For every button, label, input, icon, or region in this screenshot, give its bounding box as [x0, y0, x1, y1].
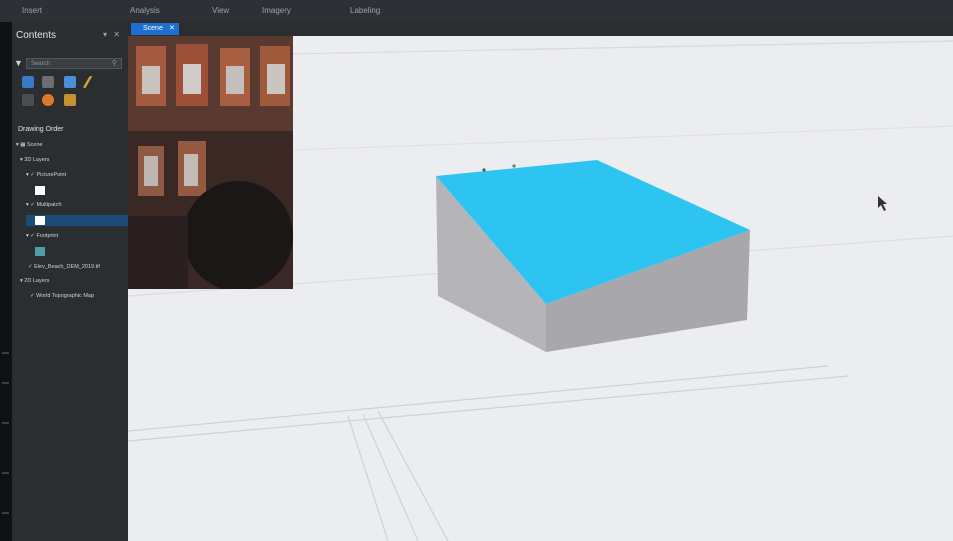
road-line: [347, 415, 389, 541]
list-by-selection-icon[interactable]: [64, 76, 76, 88]
road-line: [128, 375, 849, 442]
window-pane: [142, 66, 160, 94]
tree-item-multipatch[interactable]: ▾ ✓ Multipatch: [26, 202, 62, 208]
tab-scene-label: Scene: [143, 25, 163, 32]
window-pane: [226, 66, 244, 94]
tree-label: Scene: [27, 142, 43, 148]
layer-symbol-swatch[interactable]: [35, 216, 45, 225]
tree-label: PicturePoint: [36, 172, 67, 178]
ribbon-bar: Insert Analysis View Imagery Labeling: [0, 0, 953, 23]
pin-icon[interactable]: ▾ ✕: [103, 30, 122, 39]
road-line: [187, 40, 953, 57]
list-by-labeling-icon[interactable]: [42, 94, 54, 106]
tree-item-elevation[interactable]: ✓ Elev_Beach_DEM_2019.tif: [28, 264, 100, 270]
strip-mark: [2, 512, 9, 514]
tree-label: 3D Layers: [24, 157, 50, 163]
ribbon-tab-insert[interactable]: Insert: [22, 6, 42, 15]
window-pane: [183, 64, 201, 94]
contents-title: Contents: [16, 30, 57, 41]
tree-item-basemap[interactable]: ✓ World Topographic Map: [30, 293, 94, 299]
window-pane: [267, 64, 285, 94]
list-by-source-icon[interactable]: [42, 76, 54, 88]
strip-mark: [2, 382, 9, 384]
tree-label: Elev_Beach_DEM_2019.tif: [34, 264, 100, 270]
tree-label: World Topographic Map: [36, 293, 95, 299]
search-input[interactable]: Search ⚲: [26, 58, 122, 69]
strip-mark: [2, 352, 9, 354]
road-line: [377, 410, 449, 541]
tree-label: Footprint: [36, 233, 59, 239]
tree-label: 2D Layers: [24, 278, 50, 284]
tree-item-3d-layers[interactable]: ▾ 3D Layers: [20, 157, 49, 163]
ribbon-tab-view[interactable]: View: [212, 6, 229, 15]
list-by-snapping-icon[interactable]: [22, 94, 34, 106]
cursor-icon: [878, 196, 887, 211]
left-edge-strip: [0, 22, 12, 541]
strip-mark: [2, 422, 9, 424]
tree-item-2d-layers[interactable]: ▾ 2D Layers: [20, 278, 49, 284]
strip-mark: [2, 472, 9, 474]
filter-icon[interactable]: ▼: [14, 58, 23, 68]
window-pane: [184, 154, 198, 186]
picture-point-marker: [512, 164, 516, 168]
list-by-drawing-order-icon[interactable]: [22, 76, 34, 88]
ribbon-tab-imagery[interactable]: Imagery: [262, 6, 291, 15]
webcam-shadow: [128, 216, 188, 289]
list-by-editing-icon[interactable]: [82, 76, 105, 88]
picture-point-marker: [482, 168, 486, 172]
tree-item-scene[interactable]: ▾ ▦ Scene: [16, 142, 43, 148]
list-by-perspective-icon[interactable]: [64, 94, 76, 106]
close-icon[interactable]: ✕: [169, 23, 175, 35]
tab-scene[interactable]: Scene ✕: [131, 23, 179, 35]
ribbon-tab-analysis[interactable]: Analysis: [130, 6, 160, 15]
search-icon[interactable]: ⚲: [112, 59, 117, 69]
layer-symbol-swatch[interactable]: [35, 247, 45, 256]
view-tab-bar: Scene ✕: [128, 22, 953, 36]
road-line: [128, 365, 829, 432]
person-silhouette: [183, 181, 293, 289]
contents-pane: Contents ▾ ✕ ▼ Search ⚲ Drawing Order ▾ …: [12, 22, 134, 541]
tree-label: Multipatch: [36, 202, 62, 208]
ribbon-tab-labeling[interactable]: Labeling: [350, 6, 380, 15]
layer-symbol-swatch[interactable]: [35, 186, 45, 195]
tree-item-picture-point[interactable]: ▾ ✓ PicturePoint: [26, 172, 66, 178]
window-pane: [144, 156, 158, 186]
scene-view-canvas[interactable]: [128, 36, 953, 541]
search-placeholder: Search: [31, 61, 51, 67]
tree-item-footprint[interactable]: ▾ ✓ Footprint: [26, 233, 58, 239]
drawing-order-heading: Drawing Order: [18, 126, 64, 133]
webcam-overlay: [128, 36, 293, 289]
